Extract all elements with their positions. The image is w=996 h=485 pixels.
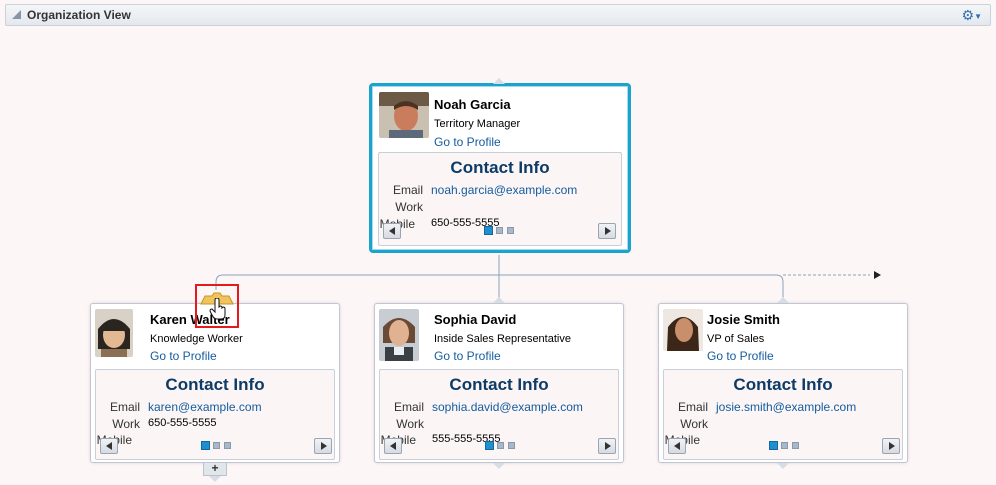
contact-info-title: Contact Info bbox=[733, 375, 833, 394]
email-label: Email bbox=[677, 400, 708, 414]
avatar bbox=[379, 92, 429, 138]
next-page-button[interactable] bbox=[314, 438, 332, 454]
work-value: 650-555-5555 bbox=[148, 417, 217, 429]
page-dot[interactable] bbox=[224, 442, 231, 449]
expand-nub bbox=[209, 476, 221, 482]
page-dot[interactable] bbox=[484, 226, 493, 235]
contact-info-title: Contact Info bbox=[449, 375, 549, 394]
page-dot[interactable] bbox=[769, 441, 778, 450]
prev-page-button[interactable] bbox=[100, 438, 118, 454]
manager-top-nub bbox=[493, 78, 505, 84]
person-name: Noah Garcia bbox=[434, 97, 511, 112]
manager-card[interactable]: Noah Garcia Territory Manager Go to Prof… bbox=[369, 83, 631, 253]
contact-info-panel: Contact Info Email noah.garcia@example.c… bbox=[378, 152, 622, 246]
contact-info-panel: Contact Info Email sophia.david@example.… bbox=[379, 369, 619, 460]
page-dot[interactable] bbox=[507, 227, 514, 234]
person-name: Sophia David bbox=[434, 312, 517, 327]
card-top-nub bbox=[777, 297, 789, 303]
next-page-button[interactable] bbox=[598, 223, 616, 239]
contact-info-panel: Contact Info Email karen@example.com Wor… bbox=[95, 369, 335, 460]
go-to-profile-link[interactable]: Go to Profile bbox=[434, 349, 501, 363]
go-to-profile-link[interactable]: Go to Profile bbox=[434, 135, 501, 149]
work-label: Work bbox=[680, 417, 708, 431]
report-card[interactable]: Josie Smith VP of Sales Go to Profile Co… bbox=[658, 303, 908, 463]
go-to-profile-link[interactable]: Go to Profile bbox=[150, 349, 217, 363]
work-label: Work bbox=[112, 417, 140, 431]
person-role: Inside Sales Representative bbox=[434, 333, 571, 345]
arrow-right-icon bbox=[874, 271, 881, 279]
avatar bbox=[663, 309, 703, 351]
prev-page-button[interactable] bbox=[668, 438, 686, 454]
person-role: Knowledge Worker bbox=[150, 333, 243, 345]
selection-highlight bbox=[195, 284, 239, 328]
card-bottom-nub bbox=[777, 463, 789, 469]
page-dot[interactable] bbox=[508, 442, 515, 449]
go-to-profile-link[interactable]: Go to Profile bbox=[707, 349, 774, 363]
email-label: Email bbox=[392, 183, 423, 197]
contact-info-title: Contact Info bbox=[165, 375, 265, 394]
page-dot[interactable] bbox=[485, 441, 494, 450]
email-value[interactable]: josie.smith@example.com bbox=[716, 400, 856, 414]
work-label: Work bbox=[395, 200, 423, 214]
report-card[interactable]: Sophia David Inside Sales Representative… bbox=[374, 303, 624, 463]
page-dot[interactable] bbox=[496, 227, 503, 234]
page-dot[interactable] bbox=[792, 442, 799, 449]
page-dot[interactable] bbox=[213, 442, 220, 449]
expand-button[interactable]: + bbox=[203, 462, 227, 476]
email-value[interactable]: noah.garcia@example.com bbox=[431, 183, 577, 197]
contact-info-title: Contact Info bbox=[450, 158, 550, 177]
page-dot[interactable] bbox=[781, 442, 788, 449]
card-top-nub bbox=[493, 297, 505, 303]
person-role: VP of Sales bbox=[707, 333, 765, 345]
avatar bbox=[95, 309, 133, 357]
page-dot[interactable] bbox=[201, 441, 210, 450]
avatar bbox=[379, 309, 419, 361]
prev-page-button[interactable] bbox=[384, 438, 402, 454]
next-page-button[interactable] bbox=[598, 438, 616, 454]
prev-page-button[interactable] bbox=[383, 223, 401, 239]
card-bottom-nub bbox=[493, 463, 505, 469]
next-page-button[interactable] bbox=[882, 438, 900, 454]
person-name: Josie Smith bbox=[707, 312, 780, 327]
page-dot[interactable] bbox=[497, 442, 504, 449]
work-label: Work bbox=[396, 417, 424, 431]
email-label: Email bbox=[393, 400, 424, 414]
email-value[interactable]: sophia.david@example.com bbox=[432, 400, 583, 414]
email-label: Email bbox=[109, 400, 140, 414]
email-value[interactable]: karen@example.com bbox=[148, 400, 262, 414]
person-role: Territory Manager bbox=[434, 118, 521, 130]
contact-info-panel: Contact Info Email josie.smith@example.c… bbox=[663, 369, 903, 460]
